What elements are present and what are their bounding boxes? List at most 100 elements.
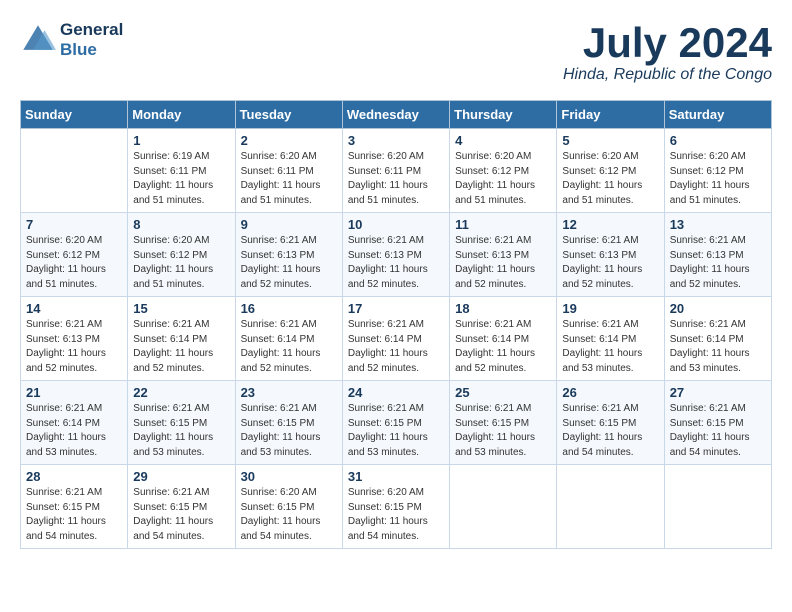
calendar-table: SundayMondayTuesdayWednesdayThursdayFrid… [20, 100, 772, 549]
day-number: 17 [348, 301, 444, 316]
calendar-cell [21, 129, 128, 213]
day-info: Sunrise: 6:20 AM Sunset: 6:12 PM Dayligh… [670, 150, 766, 208]
day-number: 2 [241, 133, 337, 148]
calendar-cell: 13 Sunrise: 6:21 AM Sunset: 6:13 PM Dayli… [664, 213, 771, 297]
header-cell-tuesday: Tuesday [235, 101, 342, 129]
header-cell-monday: Monday [128, 101, 235, 129]
calendar-cell: 28 Sunrise: 6:21 AM Sunset: 6:15 PM Dayli… [21, 465, 128, 549]
day-info: Sunrise: 6:21 AM Sunset: 6:15 PM Dayligh… [670, 402, 766, 460]
calendar-cell [557, 465, 664, 549]
day-number: 22 [133, 385, 229, 400]
day-info: Sunrise: 6:21 AM Sunset: 6:15 PM Dayligh… [241, 402, 337, 460]
day-number: 18 [455, 301, 551, 316]
day-number: 27 [670, 385, 766, 400]
calendar-cell: 20Sunrise: 6:21 AM Sunset: 6:14 PM Dayli… [664, 297, 771, 381]
week-row-2: 7 Sunrise: 6:20 AM Sunset: 6:12 PM Daylig… [21, 213, 772, 297]
day-info: Sunrise: 6:20 AM Sunset: 6:15 PM Dayligh… [348, 486, 444, 544]
day-number: 30 [241, 469, 337, 484]
day-number: 11 [455, 217, 551, 232]
day-info: Sunrise: 6:21 AM Sunset: 6:14 PM Dayligh… [455, 318, 551, 376]
calendar-cell: 26 Sunrise: 6:21 AM Sunset: 6:15 PM Dayli… [557, 381, 664, 465]
day-number: 3 [348, 133, 444, 148]
day-number: 9 [241, 217, 337, 232]
calendar-header: SundayMondayTuesdayWednesdayThursdayFrid… [21, 101, 772, 129]
day-number: 4 [455, 133, 551, 148]
day-info: Sunrise: 6:20 AM Sunset: 6:12 PM Dayligh… [455, 150, 551, 208]
logo-icon [20, 22, 56, 58]
day-number: 21 [26, 385, 122, 400]
calendar-cell: 9Sunrise: 6:21 AM Sunset: 6:13 PM Daylig… [235, 213, 342, 297]
logo-text: General Blue [60, 20, 123, 59]
day-info: Sunrise: 6:21 AM Sunset: 6:15 PM Dayligh… [26, 486, 122, 544]
title-block: July 2024 Hinda, Republic of the Congo [563, 20, 772, 84]
day-info: Sunrise: 6:21 AM Sunset: 6:13 PM Dayligh… [348, 234, 444, 292]
location-title: Hinda, Republic of the Congo [563, 66, 772, 84]
day-number: 16 [241, 301, 337, 316]
page-header: General Blue July 2024 Hinda, Republic o… [20, 20, 772, 84]
week-row-5: 28 Sunrise: 6:21 AM Sunset: 6:15 PM Dayli… [21, 465, 772, 549]
calendar-cell: 7 Sunrise: 6:20 AM Sunset: 6:12 PM Daylig… [21, 213, 128, 297]
day-info: Sunrise: 6:21 AM Sunset: 6:15 PM Dayligh… [348, 402, 444, 460]
day-number: 1 [133, 133, 229, 148]
header-row: SundayMondayTuesdayWednesdayThursdayFrid… [21, 101, 772, 129]
calendar-cell: 16Sunrise: 6:21 AM Sunset: 6:14 PM Dayli… [235, 297, 342, 381]
day-info: Sunrise: 6:20 AM Sunset: 6:12 PM Dayligh… [562, 150, 658, 208]
day-info: Sunrise: 6:20 AM Sunset: 6:15 PM Dayligh… [241, 486, 337, 544]
header-cell-saturday: Saturday [664, 101, 771, 129]
calendar-cell: 24 Sunrise: 6:21 AM Sunset: 6:15 PM Dayli… [342, 381, 449, 465]
day-number: 28 [26, 469, 122, 484]
calendar-cell: 22 Sunrise: 6:21 AM Sunset: 6:15 PM Dayli… [128, 381, 235, 465]
day-number: 15 [133, 301, 229, 316]
calendar-body: 1 Sunrise: 6:19 AM Sunset: 6:11 PM Daylig… [21, 129, 772, 549]
day-info: Sunrise: 6:21 AM Sunset: 6:15 PM Dayligh… [133, 402, 229, 460]
day-number: 14 [26, 301, 122, 316]
week-row-1: 1 Sunrise: 6:19 AM Sunset: 6:11 PM Daylig… [21, 129, 772, 213]
month-title: July 2024 [563, 20, 772, 66]
day-info: Sunrise: 6:21 AM Sunset: 6:14 PM Dayligh… [26, 402, 122, 460]
day-info: Sunrise: 6:21 AM Sunset: 6:13 PM Dayligh… [562, 234, 658, 292]
day-number: 7 [26, 217, 122, 232]
day-number: 26 [562, 385, 658, 400]
calendar-cell: 14 Sunrise: 6:21 AM Sunset: 6:13 PM Dayli… [21, 297, 128, 381]
header-cell-thursday: Thursday [450, 101, 557, 129]
day-number: 23 [241, 385, 337, 400]
day-info: Sunrise: 6:20 AM Sunset: 6:12 PM Dayligh… [26, 234, 122, 292]
calendar-cell: 10 Sunrise: 6:21 AM Sunset: 6:13 PM Dayli… [342, 213, 449, 297]
day-info: Sunrise: 6:21 AM Sunset: 6:13 PM Dayligh… [670, 234, 766, 292]
day-info: Sunrise: 6:21 AM Sunset: 6:14 PM Dayligh… [348, 318, 444, 376]
day-info: Sunrise: 6:21 AM Sunset: 6:15 PM Dayligh… [562, 402, 658, 460]
day-info: Sunrise: 6:20 AM Sunset: 6:12 PM Dayligh… [133, 234, 229, 292]
week-row-4: 21 Sunrise: 6:21 AM Sunset: 6:14 PM Dayli… [21, 381, 772, 465]
day-info: Sunrise: 6:21 AM Sunset: 6:15 PM Dayligh… [455, 402, 551, 460]
week-row-3: 14 Sunrise: 6:21 AM Sunset: 6:13 PM Dayli… [21, 297, 772, 381]
day-info: Sunrise: 6:21 AM Sunset: 6:14 PM Dayligh… [133, 318, 229, 376]
calendar-cell [664, 465, 771, 549]
day-info: Sunrise: 6:21 AM Sunset: 6:15 PM Dayligh… [133, 486, 229, 544]
calendar-cell: 19 Sunrise: 6:21 AM Sunset: 6:14 PM Dayli… [557, 297, 664, 381]
calendar-cell: 31Sunrise: 6:20 AM Sunset: 6:15 PM Dayli… [342, 465, 449, 549]
day-number: 19 [562, 301, 658, 316]
logo: General Blue [20, 20, 123, 59]
calendar-cell: 12Sunrise: 6:21 AM Sunset: 6:13 PM Dayli… [557, 213, 664, 297]
day-number: 29 [133, 469, 229, 484]
calendar-cell: 30 Sunrise: 6:20 AM Sunset: 6:15 PM Dayli… [235, 465, 342, 549]
day-info: Sunrise: 6:21 AM Sunset: 6:14 PM Dayligh… [562, 318, 658, 376]
day-info: Sunrise: 6:20 AM Sunset: 6:11 PM Dayligh… [241, 150, 337, 208]
calendar-cell: 23 Sunrise: 6:21 AM Sunset: 6:15 PM Dayli… [235, 381, 342, 465]
day-info: Sunrise: 6:21 AM Sunset: 6:13 PM Dayligh… [26, 318, 122, 376]
day-number: 8 [133, 217, 229, 232]
calendar-cell: 29 Sunrise: 6:21 AM Sunset: 6:15 PM Dayli… [128, 465, 235, 549]
calendar-cell: 11Sunrise: 6:21 AM Sunset: 6:13 PM Dayli… [450, 213, 557, 297]
day-number: 13 [670, 217, 766, 232]
calendar-cell: 8 Sunrise: 6:20 AM Sunset: 6:12 PM Daylig… [128, 213, 235, 297]
calendar-cell: 21 Sunrise: 6:21 AM Sunset: 6:14 PM Dayli… [21, 381, 128, 465]
header-cell-sunday: Sunday [21, 101, 128, 129]
calendar-cell: 15 Sunrise: 6:21 AM Sunset: 6:14 PM Dayli… [128, 297, 235, 381]
calendar-cell: 27 Sunrise: 6:21 AM Sunset: 6:15 PM Dayli… [664, 381, 771, 465]
header-cell-wednesday: Wednesday [342, 101, 449, 129]
day-info: Sunrise: 6:19 AM Sunset: 6:11 PM Dayligh… [133, 150, 229, 208]
day-number: 24 [348, 385, 444, 400]
day-info: Sunrise: 6:21 AM Sunset: 6:14 PM Dayligh… [670, 318, 766, 376]
day-number: 6 [670, 133, 766, 148]
day-number: 10 [348, 217, 444, 232]
